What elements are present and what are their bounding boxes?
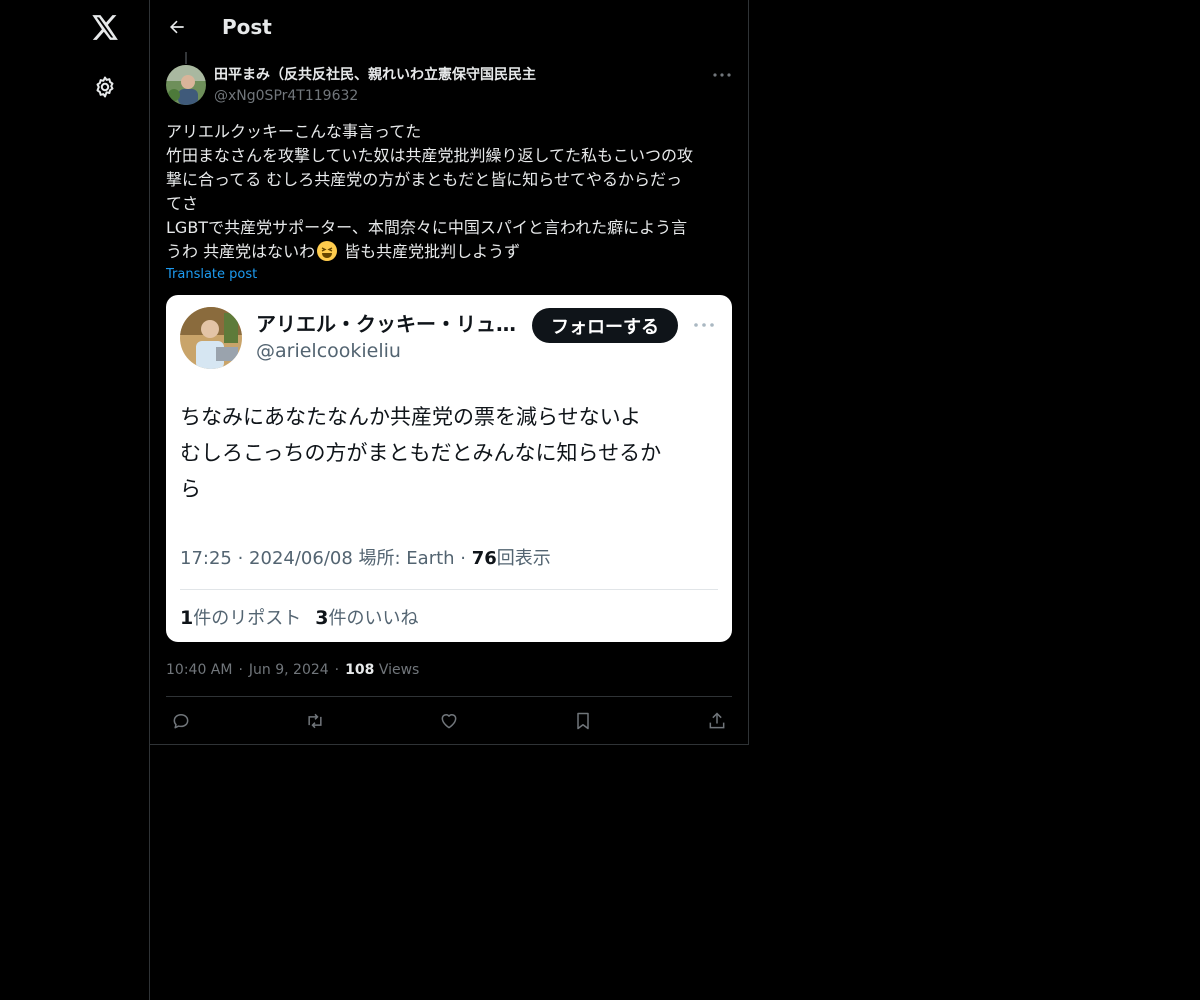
reply-icon [173,714,189,729]
ellipsis-icon [692,317,716,333]
heart-icon [441,714,457,729]
ellipsis-icon [713,73,731,77]
share-icon [709,712,725,729]
author-name[interactable]: 田平まみ（反共反社民、親れいわ立憲保守国民民主 [214,66,536,84]
embed-stats: 1件のリポスト 3件のいいね [180,606,418,631]
embed-text-line: ら [180,477,201,501]
post-timestamp: 10:40 AM · Jun 9, 2024 · 108 Views [166,662,420,678]
embed-views-count: 76 [471,548,497,569]
post-column: Post 田平まみ（反共反社民、親れいわ立憲保守国民民主 @xNg0SPr4T1… [150,0,749,745]
embed-likes-label: 件のいいね [328,608,419,629]
embed-views-label: 回表示 [496,548,551,569]
post-text-line: 竹田まなさんを攻撃していた奴は共産党批判繰り返してた私もこいつの攻 [166,146,694,165]
action-bar [166,706,732,736]
thread-connector [185,52,187,64]
embed-meta-prefix: 17:25 · 2024/06/08 場所: Earth · [180,548,472,569]
views-label: Views [378,662,420,678]
bookmark-button[interactable] [571,709,595,733]
repost-icon [308,713,322,729]
post-text: アリエルクッキーこんな事言ってた 竹田まなさんを攻撃していた奴は共産党批判繰り返… [166,120,736,264]
page-title: Post [222,15,272,39]
post-text-line: うわ 共産党はないわ 皆も共産党批判しようず [166,240,736,264]
embed-author-name: アリエル・クッキー・リュ… [256,312,516,336]
more-options-button[interactable] [710,66,734,84]
post-text-line: LGBTで共産党サポーター、本間奈々に中国スパイと言われた癖によう言 [166,218,688,237]
embed-post-text: ちなみにあなたなんか共産党の票を減らせないよ むしろこっちの方がまともだとみんな… [180,399,716,507]
repost-button[interactable] [303,709,327,733]
post-text-segment: 皆も共産党批判しようず [339,242,521,261]
embed-author-handle: @arielcookieliu [256,340,401,362]
reply-button[interactable] [169,709,193,733]
post-text-line: てさ [166,194,199,213]
back-button[interactable] [164,14,190,40]
post-text-line: 撃に合ってる むしろ共産党の方がまともだと皆に知らせてやるからだっ [166,170,682,189]
post-date[interactable]: Jun 9, 2024 [249,662,329,678]
follow-button: フォローする [532,308,678,343]
embed-meta: 17:25 · 2024/06/08 場所: Earth · 76回表示 [180,547,551,571]
divider [180,589,718,590]
x-logo-icon[interactable] [90,12,120,42]
arrow-left-icon [170,20,184,34]
embed-text-line: ちなみにあなたなんか共産党の票を減らせないよ [180,405,642,429]
embed-reposts-count: 1 [180,607,194,629]
post-text-line: アリエルクッキーこんな事言ってた [166,122,422,141]
gear-icon[interactable] [92,74,118,100]
translate-post-link[interactable]: Translate post [166,266,257,284]
bookmark-icon [577,712,589,730]
share-button[interactable] [705,709,729,733]
embed-text-line: むしろこっちの方がまともだとみんなに知らせるか [180,441,662,465]
grinning-squinting-emoji-icon [317,241,338,261]
embedded-image[interactable]: アリエル・クッキー・リュ… @arielcookieliu フォローする ちなみ… [166,295,732,642]
author-handle[interactable]: @xNg0SPr4T119632 [214,87,358,105]
like-button[interactable] [437,709,461,733]
embed-avatar [180,307,242,369]
embed-likes-count: 3 [315,607,329,629]
views-count: 108 [345,662,375,678]
post-text-segment: うわ 共産党はないわ [166,242,316,261]
page-header: Post [150,0,748,54]
author-avatar[interactable] [166,65,206,105]
divider [166,696,732,697]
post-time[interactable]: 10:40 AM [166,662,232,678]
left-nav [0,0,150,1000]
embed-reposts-label: 件のリポスト [193,608,302,629]
